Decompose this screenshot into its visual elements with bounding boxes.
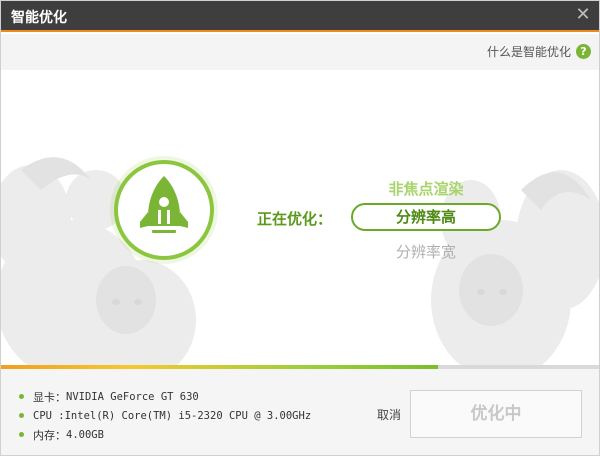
current-optimization-item: 分辨率高 bbox=[351, 203, 501, 231]
optimizing-label: 正在优化： bbox=[257, 210, 333, 228]
optimization-stage: 正在优化： 非焦点渲染 分辨率高 分辨率宽 bbox=[1, 70, 599, 365]
gpu-value: NVIDIA GeForce GT 630 bbox=[66, 390, 199, 403]
system-info-list: 显卡： NVIDIA GeForce GT 630 CPU : Intel(R)… bbox=[19, 387, 311, 444]
smart-optimize-window: 智能优化 ✕ 什么是智能优化 ? 正在优化： 非焦点渲染 分辨率高 分辨率宽 显… bbox=[0, 0, 600, 456]
memory-value: 4.00GB bbox=[66, 428, 104, 441]
memory-label: 内存： bbox=[33, 428, 66, 442]
bullet-icon bbox=[19, 394, 24, 399]
optimizing-button[interactable]: 优化中 bbox=[410, 390, 582, 438]
help-bar: 什么是智能优化 ? bbox=[1, 34, 599, 70]
cpu-value: Intel(R) Core(TM) i5-2320 CPU @ 3.00GHz bbox=[64, 409, 312, 422]
previous-optimization-item: 非焦点渲染 bbox=[388, 180, 464, 198]
help-link-label: 什么是智能优化 bbox=[486, 45, 571, 59]
cancel-button[interactable]: 取消 bbox=[377, 406, 401, 423]
next-optimization-item: 分辨率宽 bbox=[395, 243, 456, 261]
cpu-label: CPU : bbox=[33, 409, 65, 422]
help-link[interactable]: 什么是智能优化 ? bbox=[487, 43, 591, 60]
close-icon[interactable]: ✕ bbox=[573, 5, 593, 25]
system-info-cpu: CPU : Intel(R) Core(TM) i5-2320 CPU @ 3.… bbox=[19, 406, 311, 425]
gpu-label: 显卡： bbox=[33, 390, 66, 404]
window-title: 智能优化 bbox=[11, 10, 67, 26]
rocket-badge bbox=[114, 160, 214, 260]
bullet-icon bbox=[19, 413, 24, 418]
bullet-icon bbox=[19, 432, 24, 437]
rocket-icon bbox=[140, 176, 188, 233]
footer: 显卡： NVIDIA GeForce GT 630 CPU : Intel(R)… bbox=[1, 369, 599, 455]
system-info-memory: 内存： 4.00GB bbox=[19, 425, 311, 444]
question-circle-icon: ? bbox=[576, 44, 591, 59]
title-bar: 智能优化 ✕ bbox=[1, 1, 599, 32]
system-info-gpu: 显卡： NVIDIA GeForce GT 630 bbox=[19, 387, 311, 406]
